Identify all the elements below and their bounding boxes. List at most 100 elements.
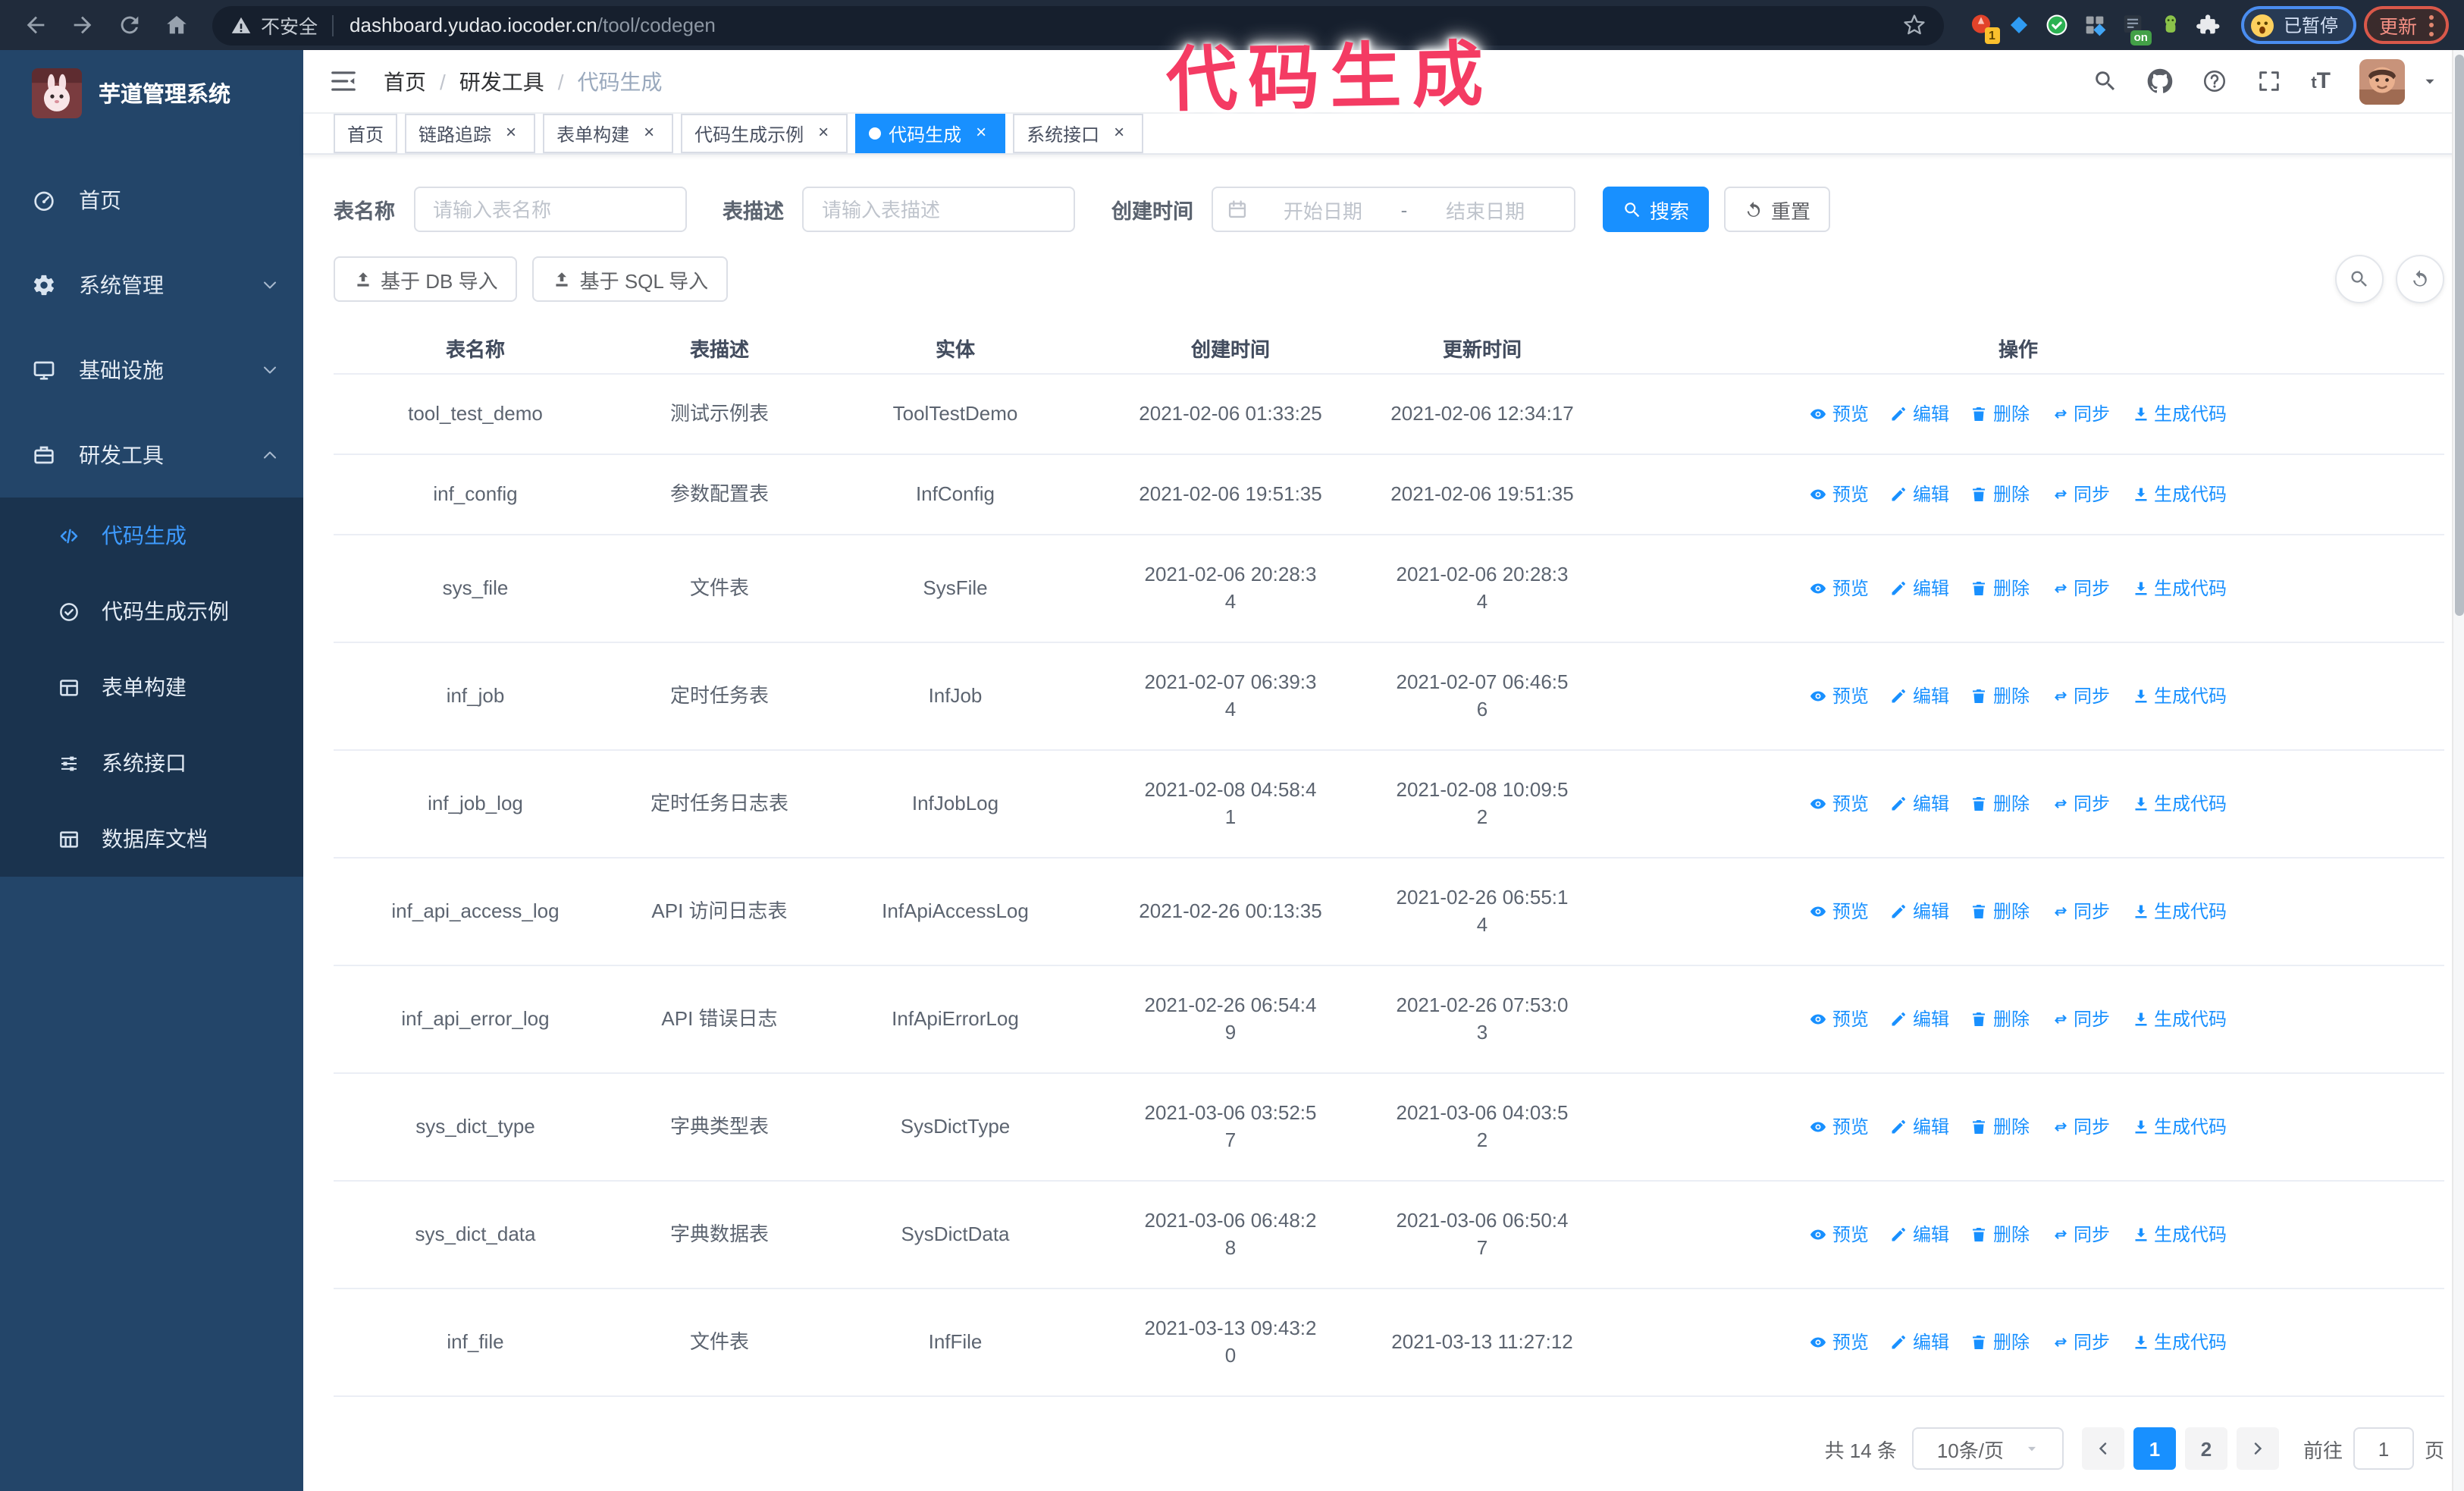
bookmark-star-icon[interactable]: [1903, 14, 1926, 36]
edit-link[interactable]: 编辑: [1890, 1329, 1949, 1356]
sync-link[interactable]: 同步: [2051, 1113, 2110, 1141]
sidebar-item[interactable]: 基础设施: [0, 328, 303, 413]
sync-link[interactable]: 同步: [2051, 790, 2110, 818]
sidebar-toggle-icon[interactable]: [329, 67, 358, 96]
browser-reload-icon[interactable]: [117, 12, 143, 38]
goto-page-input[interactable]: [2353, 1427, 2414, 1470]
tag-tab[interactable]: 链路追踪 ×: [405, 114, 536, 153]
extension-green-check-icon[interactable]: [2044, 12, 2070, 38]
sync-link[interactable]: 同步: [2051, 481, 2110, 508]
help-icon[interactable]: [2202, 68, 2227, 94]
page-1-button[interactable]: 1: [2133, 1427, 2176, 1470]
tag-tab[interactable]: 系统接口 ×: [1013, 114, 1144, 153]
browser-forward-icon[interactable]: [70, 12, 96, 38]
preview-link[interactable]: 预览: [1810, 683, 1869, 710]
reset-button[interactable]: 重置: [1724, 187, 1831, 232]
close-icon[interactable]: ×: [500, 122, 522, 144]
sidebar-subitem[interactable]: 代码生成示例: [0, 573, 303, 649]
search-button[interactable]: 搜索: [1603, 187, 1710, 232]
breadcrumb-item[interactable]: 首页: [384, 66, 426, 96]
delete-link[interactable]: 删除: [1970, 1113, 2030, 1141]
generate-code-link[interactable]: 生成代码: [2131, 790, 2227, 818]
preview-link[interactable]: 预览: [1810, 898, 1869, 925]
edit-link[interactable]: 编辑: [1890, 575, 1949, 602]
browser-menu-dots-icon[interactable]: [2429, 14, 2434, 36]
user-avatar[interactable]: [2359, 58, 2405, 104]
edit-link[interactable]: 编辑: [1890, 481, 1949, 508]
edit-link[interactable]: 编辑: [1890, 790, 1949, 818]
delete-link[interactable]: 删除: [1970, 481, 2030, 508]
start-date-placeholder[interactable]: 开始日期: [1248, 195, 1398, 224]
preview-link[interactable]: 预览: [1810, 790, 1869, 818]
tag-tab[interactable]: 首页: [334, 114, 398, 153]
prev-page-button[interactable]: [2081, 1427, 2124, 1470]
refresh-table-button[interactable]: [2396, 255, 2444, 303]
font-size-icon[interactable]: tT: [2311, 70, 2331, 93]
sidebar-item[interactable]: 研发工具: [0, 413, 303, 498]
edit-link[interactable]: 编辑: [1890, 1221, 1949, 1248]
sidebar-subitem[interactable]: 系统接口: [0, 725, 303, 801]
edit-link[interactable]: 编辑: [1890, 683, 1949, 710]
toggle-search-button[interactable]: [2335, 255, 2384, 303]
sync-link[interactable]: 同步: [2051, 683, 2110, 710]
generate-code-link[interactable]: 生成代码: [2131, 1113, 2227, 1141]
sidebar-item[interactable]: 首页: [0, 158, 303, 243]
preview-link[interactable]: 预览: [1810, 575, 1869, 602]
chrome-update-button[interactable]: 更新: [2363, 6, 2449, 44]
close-icon[interactable]: ×: [1108, 122, 1130, 144]
tag-tab[interactable]: 代码生成示例 ×: [681, 114, 848, 153]
profile-paused-badge[interactable]: 已暂停: [2240, 6, 2356, 44]
sync-link[interactable]: 同步: [2051, 1329, 2110, 1356]
breadcrumb-item[interactable]: 研发工具: [459, 66, 544, 96]
close-icon[interactable]: ×: [970, 122, 992, 144]
github-icon[interactable]: [2147, 68, 2173, 94]
preview-link[interactable]: 预览: [1810, 1113, 1869, 1141]
extension-green-figure-icon[interactable]: [2158, 12, 2183, 38]
page-size-select[interactable]: 10条/页: [1911, 1427, 2064, 1470]
extension-blue-diamond-icon[interactable]: [2006, 12, 2032, 38]
generate-code-link[interactable]: 生成代码: [2131, 400, 2227, 428]
page-2-button[interactable]: 2: [2184, 1427, 2227, 1470]
generate-code-link[interactable]: 生成代码: [2131, 481, 2227, 508]
end-date-placeholder[interactable]: 结束日期: [1410, 195, 1560, 224]
edit-link[interactable]: 编辑: [1890, 1006, 1949, 1033]
address-bar[interactable]: 不安全 dashboard.yudao.iocoder.cn/tool/code…: [212, 5, 1944, 45]
generate-code-link[interactable]: 生成代码: [2131, 1329, 2227, 1356]
browser-back-icon[interactable]: [23, 12, 49, 38]
generate-code-link[interactable]: 生成代码: [2131, 683, 2227, 710]
not-secure-warning-icon[interactable]: [230, 14, 252, 36]
generate-code-link[interactable]: 生成代码: [2131, 1221, 2227, 1248]
preview-link[interactable]: 预览: [1810, 1329, 1869, 1356]
sidebar-subitem[interactable]: 数据库文档: [0, 801, 303, 877]
avatar-caret-down-icon[interactable]: [2422, 73, 2438, 89]
close-icon[interactable]: ×: [813, 122, 834, 144]
sidebar-item[interactable]: 系统管理: [0, 243, 303, 328]
delete-link[interactable]: 删除: [1970, 790, 2030, 818]
scrollbar-thumb[interactable]: [2455, 55, 2464, 616]
window-scrollbar[interactable]: [2452, 50, 2464, 1491]
edit-link[interactable]: 编辑: [1890, 898, 1949, 925]
delete-link[interactable]: 删除: [1970, 898, 2030, 925]
table-desc-input[interactable]: [802, 187, 1075, 232]
sync-link[interactable]: 同步: [2051, 575, 2110, 602]
sync-link[interactable]: 同步: [2051, 400, 2110, 428]
tag-tab[interactable]: 表单构建 ×: [543, 114, 674, 153]
tag-tab[interactable]: 代码生成 ×: [855, 114, 1006, 153]
preview-link[interactable]: 预览: [1810, 1221, 1869, 1248]
edit-link[interactable]: 编辑: [1890, 400, 1949, 428]
next-page-button[interactable]: [2236, 1427, 2279, 1470]
header-search-icon[interactable]: [2093, 68, 2118, 94]
delete-link[interactable]: 删除: [1970, 400, 2030, 428]
extension-orange-icon[interactable]: 1: [1968, 12, 2000, 44]
edit-link[interactable]: 编辑: [1890, 1113, 1949, 1141]
import-db-button[interactable]: 基于 DB 导入: [334, 256, 518, 302]
browser-home-icon[interactable]: [164, 12, 190, 38]
extension-grid-icon[interactable]: [2082, 12, 2108, 38]
url-text[interactable]: dashboard.yudao.iocoder.cn/tool/codegen: [350, 14, 1903, 36]
app-logo[interactable]: 芋道管理系统: [0, 50, 303, 133]
sync-link[interactable]: 同步: [2051, 1006, 2110, 1033]
extension-dark-icon[interactable]: on: [2120, 12, 2152, 46]
create-time-range-picker[interactable]: 开始日期 - 结束日期: [1212, 187, 1575, 232]
fullscreen-icon[interactable]: [2256, 68, 2282, 94]
preview-link[interactable]: 预览: [1810, 400, 1869, 428]
